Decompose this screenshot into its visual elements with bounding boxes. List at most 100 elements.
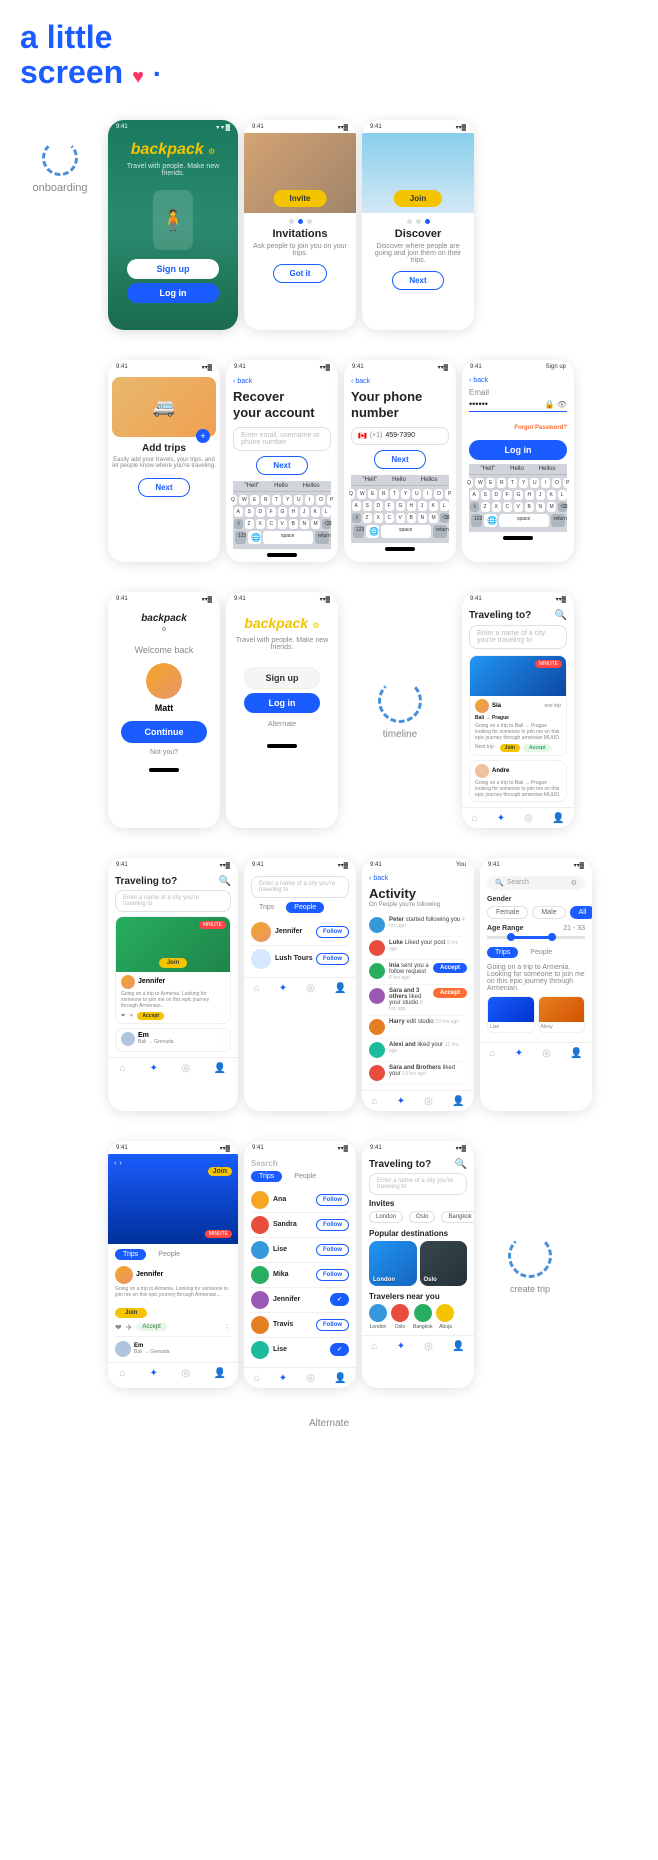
create-trip-label: create trip [510,1284,550,1294]
back-link-login[interactable]: ‹ back [469,377,567,384]
follow-lush-tours-btn[interactable]: Follow [316,953,349,965]
create-trip-input[interactable]: Enter a name of a city you're traveling … [369,1173,467,1195]
age-slider[interactable] [487,936,585,939]
join-sia-button[interactable]: Join [500,744,520,752]
onboarding-label: onboarding [20,120,100,194]
follow-sandra: Sandra Follow [251,1213,349,1238]
not-you-link[interactable]: Not you? [116,749,212,756]
signup-alt-button[interactable]: Sign up [244,667,321,689]
phone-recover: 9:41 ▾▾▓ ‹ back Recoveryour account Ente… [226,360,338,561]
login-email-button[interactable]: Log in [469,440,567,460]
phone-login-email: 9:41 Sign up ‹ back Email •••••• 🔒 👁 For… [462,360,574,561]
follow-mika-btn[interactable]: Follow [316,1269,349,1281]
follow-jennifer2-btn[interactable]: ✓ [330,1293,349,1306]
photo-tab-people[interactable]: People [150,1249,188,1260]
browse-section: 9:41 ▾▾▓ Traveling to? 🔍 Enter a name of… [20,858,638,1111]
next-button-recover[interactable]: Next [256,456,307,475]
follow-lise2-btn[interactable]: ✓ [330,1343,349,1356]
bottom-alternate-label: Alternate [20,1418,638,1429]
page-title: a little screen ♥ · [20,20,638,90]
filter-search-bar[interactable]: 🔍 Search ⚙ [487,876,585,890]
follow-ana-btn[interactable]: Follow [316,1194,349,1206]
progress-indicator [252,219,348,224]
follow-lise: Lise Follow [251,1238,349,1263]
onboarding-text: onboarding [32,182,87,194]
phone-timeline-placeholder: timeline [344,592,456,828]
welcome-back-text: Welcome back [116,645,212,655]
age-range-value: 21 - 33 [563,925,585,932]
back-link-recover[interactable]: ‹ back [233,378,331,385]
phone-people-list: 9:41 ▾▾▓ Enter a name of a city you're t… [244,858,356,1111]
activity-harry: Harry edit studio 10 hrs ago [369,1016,467,1039]
join-button[interactable]: Join [394,190,442,207]
phone-input[interactable]: 🇨🇦 (+1) 459-7390 [351,427,449,445]
follow-sandra-btn[interactable]: Follow [316,1219,349,1231]
invite-cta-button[interactable]: Invite [274,190,327,207]
follow-travis-btn[interactable]: Follow [316,1319,349,1331]
popular-destinations: London Oslo [369,1241,467,1286]
login-alt-button[interactable]: Log in [244,693,321,713]
activity-inia: Inia sent you a follow request 6 hrs ago… [369,960,467,985]
photo-tab-trips[interactable]: Trips [115,1249,146,1260]
follow-jennifer-btn[interactable]: Follow [316,926,349,938]
user-card-sia: MINUTE Sia one trip Bali → Prague Going … [469,655,567,756]
nav-bar-photo: ⌂ ✦ ◎ 👤 [108,1362,238,1383]
gender-male[interactable]: Male [532,906,565,919]
traveling-search-auth[interactable]: Enter a name of a city you're traveling … [469,625,567,649]
next-button-discover[interactable]: Next [392,271,443,290]
recover-title: Recoveryour account [233,389,331,420]
back-link-phone[interactable]: ‹ back [351,378,449,385]
list-item-jennifer: Jennifer Follow [251,919,349,946]
traveler-london: London [369,1304,387,1330]
browse-screens: 9:41 ▾▾▓ Traveling to? 🔍 Enter a name of… [108,858,638,1111]
filter-tabs: Trips People [487,947,585,958]
gender-all[interactable]: All [570,906,592,919]
join-photo-btn[interactable]: Join [115,1308,147,1318]
phone-signup-alt: 9:41 ▾▾▓ backpack ⚙ Travel with people. … [226,592,338,828]
login-button[interactable]: Log in [127,283,218,303]
follow-filter-tabs: Trips People [251,1171,349,1182]
next-button-add-trips[interactable]: Next [138,478,189,497]
next-button-phone[interactable]: Next [374,450,425,469]
accept-inia-btn[interactable]: Accept [433,963,467,973]
activity-peter: Peter started following you 4 hrs ago [369,914,467,937]
discover-hero-image: Join [362,133,474,213]
add-trips-title: Add trips [112,443,216,454]
discover-section: 9:41 ▾▾▓ ‹ › Join MINUTE Trip [20,1141,638,1388]
follow-tab-people[interactable]: People [286,1171,324,1182]
add-trips-subtitle: Easily add your travels, your trips, and… [112,457,216,469]
nav-bar-big: ⌂ ✦ ◎ 👤 [108,1057,238,1078]
continue-button[interactable]: Continue [121,721,207,743]
recover-input[interactable]: Enter email, username or phone number [233,427,331,451]
signup-button[interactable]: Sign up [127,259,218,279]
alternate-label: Alternate [234,721,330,728]
filter-tab-trips[interactable]: Trips [487,947,518,958]
gender-female[interactable]: Female [487,906,528,919]
spinner-icon [42,140,78,176]
follow-travis: Travis Follow [251,1313,349,1338]
follow-lise-btn[interactable]: Follow [316,1244,349,1256]
accept-sara-btn[interactable]: Accept [433,988,467,998]
status-bar-3: 9:41 ▾▾▓ [362,120,474,133]
phone-backpack: 9:41 ▾ ▾ ▓ backpack ⚙ Travel with people… [108,120,238,330]
forgot-password[interactable]: Forgot Password? [514,425,567,431]
got-it-button[interactable]: Got it [273,264,328,283]
nav-bar-follow: ⌂ ✦ ◎ 👤 [244,1367,356,1388]
tab-people[interactable]: People [286,902,324,913]
filter-tab-people[interactable]: People [522,947,560,958]
traveling-big-input[interactable]: Enter a name of a city you're traveling … [115,890,231,912]
people-filter-tabs: Trips People [251,902,349,913]
keyboard-suggestions-3: "Hell" Hello Hellos [469,464,567,475]
tab-trips[interactable]: Trips [251,902,282,913]
discover-screens: 9:41 ▾▾▓ ‹ › Join MINUTE Trip [108,1141,638,1388]
people-search-input[interactable]: Enter a name of a city you're traveling … [251,876,349,898]
join-jennifer-big-button[interactable]: Join [159,958,187,968]
phone-number: 9:41 ▾▾▓ ‹ back Your phonenumber 🇨🇦 (+1)… [344,360,456,561]
user-em-card: Em Bali → Grenada [115,1336,231,1357]
status-bar-2: 9:41 ▾▾▓ [244,120,356,133]
follow-tab-trips[interactable]: Trips [251,1171,282,1182]
backpack-tagline: Travel with people. Make new friends. [116,163,230,177]
phone-welcome-back: 9:41 ▾▾▓ backpack ⚙ Welcome back Matt Co… [108,592,220,828]
back-link-activity[interactable]: ‹ back [369,875,467,882]
nav-bar-people: ⌂ ✦ ◎ 👤 [244,977,356,998]
